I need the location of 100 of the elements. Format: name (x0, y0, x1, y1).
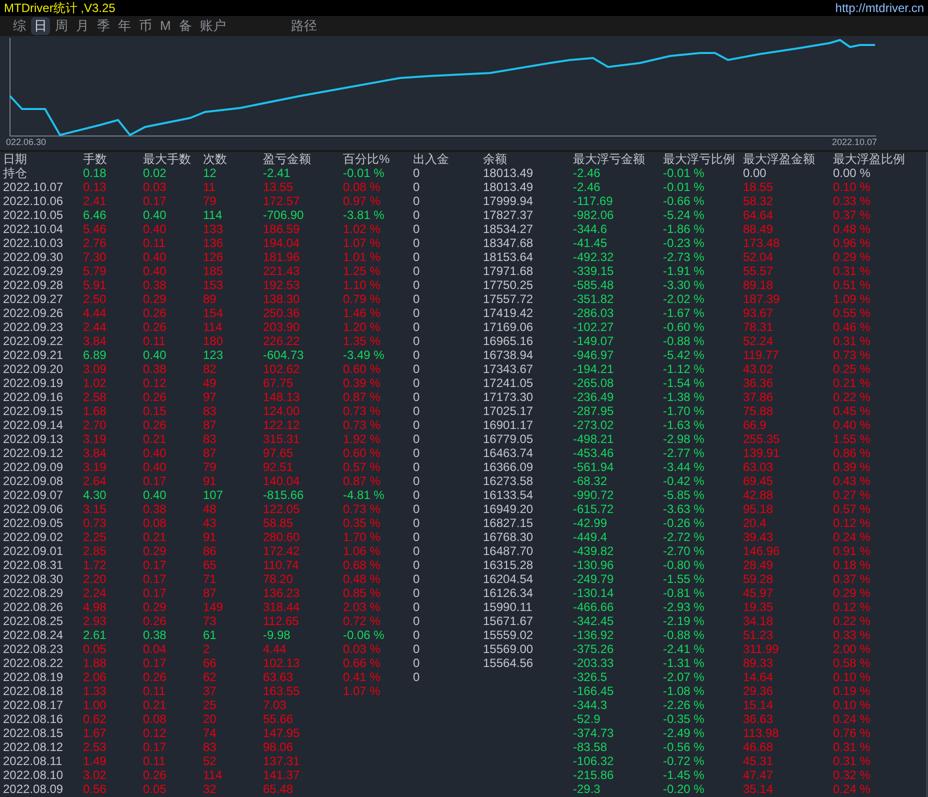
tab[interactable]: 备 (176, 17, 195, 35)
table-cell-text: 0.31 % (833, 740, 872, 754)
table-cell-text: 0.26 (143, 320, 168, 334)
table-cell-text: 154 (203, 306, 224, 320)
table-cell-text: -1.63 % (663, 418, 706, 432)
table-cell-text: 2022.09.12 (3, 446, 64, 460)
table-cell-text: 137.31 (263, 754, 301, 768)
table-cell-text: 0 (413, 306, 421, 320)
table-cell-text: 122.12 (263, 418, 301, 432)
table-cell-text: 114 (203, 208, 224, 222)
table-cell-text: 2.41 (83, 194, 108, 208)
table-cell-text: 0.73 (83, 516, 108, 530)
table-cell-text: 2.44 (83, 320, 108, 334)
table-cell-text: 1.20 % (343, 320, 382, 334)
table-cell-text: 2.50 (83, 292, 108, 306)
tab[interactable]: 账户 (196, 17, 229, 35)
table-cell-text: 15559.02 (483, 628, 534, 642)
table-cell-text: 0 (413, 558, 421, 572)
table-cell-text: 5.79 (83, 264, 108, 278)
tab[interactable]: 季 (94, 17, 113, 35)
table-cell-text: 0.97 % (343, 194, 382, 208)
table-cell-text: 0.40 (143, 488, 168, 502)
table-cell-text: -1.45 % (663, 768, 706, 782)
table-cell-text: 49 (203, 376, 218, 390)
tab[interactable]: 月 (73, 17, 92, 35)
table-cell-text: 187.39 (743, 292, 781, 306)
table-cell-text: -2.02 % (663, 292, 706, 306)
table-cell-text: 58.85 (263, 516, 294, 530)
table-cell-text: -1.31 % (663, 656, 706, 670)
tab[interactable]: 日 (31, 17, 50, 35)
table-cell-text: 7.30 (83, 250, 108, 264)
table-cell-text: -0.23 % (663, 236, 706, 250)
table-cell-text: 2022.08.30 (3, 572, 64, 586)
table-cell-text: 113.98 (743, 726, 780, 740)
table-cell-text: -5.24 % (663, 208, 706, 222)
path-label: 路径 (290, 17, 317, 36)
table-cell-text: 0.51 % (833, 278, 872, 292)
table-cell-text: -83.58 (573, 740, 608, 754)
table-cell-text: 0 (413, 572, 421, 586)
table-cell-text: 2022.08.24 (3, 628, 64, 642)
table-cell-text: -149.07 (573, 334, 615, 348)
table-cell-text: 97 (203, 390, 218, 404)
axis-label: 2022.10.07 (832, 137, 878, 148)
table-cell-text: 0.41 % (343, 670, 382, 684)
table-cell-text: 0.40 (143, 446, 168, 460)
table-cell-text: 2.64 (83, 474, 108, 488)
tab[interactable]: 币 (136, 17, 155, 35)
table-cell-text: 0.35 % (343, 516, 382, 530)
website-link[interactable]: http://mtdriver.cn (835, 0, 924, 16)
table-cell-text: 2022.09.26 (3, 306, 64, 320)
tab[interactable]: 周 (52, 17, 71, 35)
table-cell-text: -1.91 % (663, 264, 706, 278)
tab[interactable]: M (157, 17, 174, 35)
table-cell-text: 6.89 (83, 348, 108, 362)
table-cell-text: 43 (203, 516, 218, 530)
table-cell-text: 0.05 (83, 642, 108, 656)
column-header: 最大浮亏比例 (663, 152, 736, 166)
table-cell-text: 0 (413, 390, 421, 404)
table-cell-text: 20.4 (743, 516, 768, 530)
column-header: 手数 (83, 152, 108, 166)
table-cell-text: 64.64 (743, 208, 774, 222)
table-cell-text: 2022.09.28 (3, 278, 64, 292)
table-cell-text: 17025.17 (483, 404, 534, 418)
table-cell-text: -2.46 (573, 166, 602, 180)
table-cell-text: 2022.09.06 (3, 502, 64, 516)
table-cell-text: 0.17 (143, 656, 168, 670)
table-cell-text: 79 (203, 194, 218, 208)
table-cell-text: 16965.16 (483, 334, 534, 348)
table-cell-text: 0.86 % (833, 446, 872, 460)
table-cell-text: -1.86 % (663, 222, 706, 236)
table-cell-text: 52.04 (743, 250, 774, 264)
table-cell-text: 185 (203, 264, 224, 278)
table-cell-text: 63.03 (743, 460, 774, 474)
table-cell-text: 2.06 (83, 670, 108, 684)
tab[interactable]: 综 (10, 17, 29, 35)
table-cell-text: 2022.09.14 (3, 418, 64, 432)
table-cell-text: 141.37 (263, 768, 301, 782)
table-cell-text: -2.49 % (663, 726, 706, 740)
table-cell-text: 89.33 (743, 656, 774, 670)
column-header: 盈亏金额 (263, 152, 312, 166)
table-cell-text: 0.76 % (833, 726, 872, 740)
table-cell-text: 0 (413, 376, 421, 390)
table-cell-text: 17750.25 (483, 278, 534, 292)
table-cell-text: 4.98 (83, 600, 108, 614)
table-cell-text: 0.40 (143, 222, 168, 236)
table-cell-text: -130.14 (573, 586, 615, 600)
table-cell-text: 0.11 (143, 754, 166, 768)
table-cell-text: 1.68 (83, 404, 108, 418)
table-cell-text: -1.67 % (663, 306, 706, 320)
table-cell-text: 67.75 (263, 376, 294, 390)
table-cell-text: 0.96 % (833, 236, 872, 250)
table-cell-text: 1.25 % (343, 264, 382, 278)
table-cell-text: 47.47 (743, 768, 774, 782)
tab[interactable]: 年 (115, 17, 134, 35)
table-cell-text: -990.72 (573, 488, 615, 502)
table-cell-text: 0.11 (143, 236, 166, 250)
table-cell-text: 0.87 % (343, 474, 382, 488)
table-cell-text: 0.02 (143, 166, 168, 180)
table-cell-text: 0.37 % (833, 572, 872, 586)
table-cell-text: 311.99 (743, 642, 780, 656)
